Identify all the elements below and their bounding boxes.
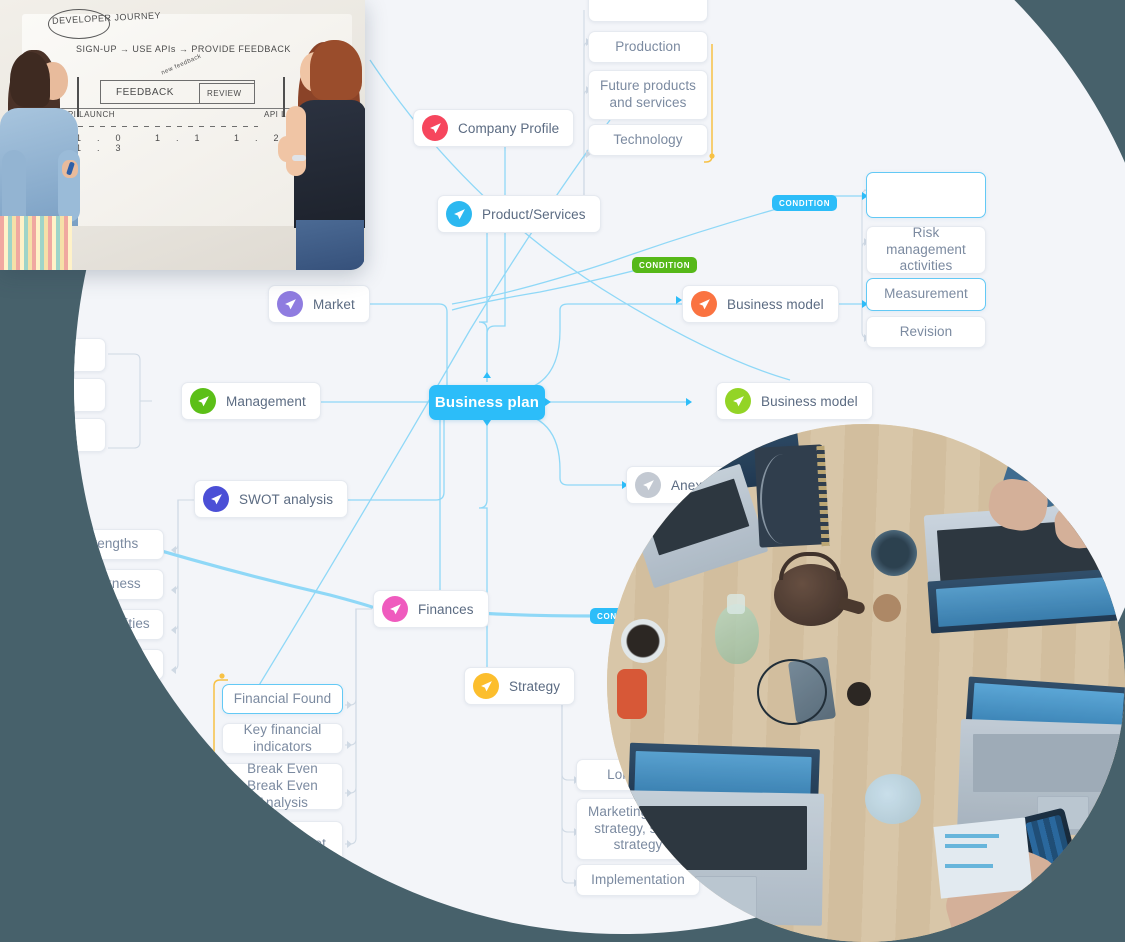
- child-node-balance-sheet[interactable]: Balance sheet: [222, 821, 343, 867]
- whiteboard-flow: SIGN-UP → USE APIs → PROVIDE FEEDBACK: [76, 44, 291, 54]
- child-node-management-b[interactable]: [74, 378, 106, 412]
- child-node-bm-selected[interactable]: [866, 172, 986, 218]
- paper-plane-icon: [190, 388, 216, 414]
- node-label: Product/Services: [482, 206, 586, 222]
- child-node-label: Opportunities: [74, 616, 150, 632]
- child-node-production[interactable]: Production: [588, 31, 708, 63]
- child-node-key-financial-indicators[interactable]: Key financial indicators: [222, 721, 343, 754]
- node-label: Market: [313, 296, 355, 312]
- node-swot-analysis[interactable]: SWOT analysis: [194, 480, 349, 518]
- screenshot-stage: Business plan Company Profile Product/Se…: [0, 0, 1125, 942]
- node-label: Business model: [761, 393, 858, 409]
- node-label: SWOT analysis: [239, 491, 334, 507]
- node-business-model-green[interactable]: Business model: [716, 382, 873, 420]
- child-node-label: Weakness: [77, 576, 141, 592]
- paper-plane-icon: [382, 596, 408, 622]
- node-market[interactable]: Market: [268, 285, 370, 323]
- node-label: Management: [226, 393, 306, 409]
- node-label: Business model: [727, 296, 824, 312]
- node-management[interactable]: Management: [181, 382, 321, 420]
- child-node-label: Revision: [899, 323, 953, 339]
- node-product-services[interactable]: Product/Services: [437, 195, 601, 233]
- node-business-model-orange[interactable]: Business model: [682, 285, 839, 323]
- whiteboard-box-right: REVIEW: [207, 89, 242, 98]
- child-node-label: Production: [615, 38, 681, 54]
- child-node-management-c[interactable]: [74, 418, 106, 452]
- child-node-product-cut[interactable]: [588, 0, 708, 22]
- node-label: Finances: [418, 601, 474, 617]
- child-node-management-a[interactable]: [74, 338, 106, 372]
- node-label: Company Profile: [458, 120, 560, 136]
- child-node-measurement[interactable]: Measurement: [866, 278, 986, 311]
- paper-plane-icon: [422, 115, 448, 141]
- child-node-label: Risk management activities: [886, 224, 966, 274]
- child-node-financial-found[interactable]: Financial Found: [222, 684, 343, 714]
- child-node-label: Technology: [613, 131, 683, 147]
- node-strategy[interactable]: Strategy: [464, 667, 576, 705]
- root-node-business-plan[interactable]: Business plan: [429, 385, 545, 420]
- child-node-revision[interactable]: Revision: [866, 316, 986, 348]
- root-node-label: Business plan: [434, 394, 540, 411]
- child-node-risk-management[interactable]: Risk management activities: [866, 224, 986, 274]
- child-node-threats[interactable]: [74, 649, 164, 680]
- photo-whiteboard-meeting: DEVELOPER JOURNEY SIGN-UP → USE APIs → P…: [0, 0, 365, 270]
- child-node-label: Key financial indicators: [243, 721, 322, 754]
- child-node-label: Strengths: [79, 536, 139, 552]
- whiteboard-box-left: FEEDBACK: [116, 87, 174, 98]
- paper-plane-icon: [691, 291, 717, 317]
- paper-plane-icon: [277, 291, 303, 317]
- child-node-weakness[interactable]: Weakness: [74, 569, 164, 600]
- condition-badge-1[interactable]: CONDITION: [772, 195, 838, 211]
- child-node-future-products[interactable]: Future products and services: [588, 70, 708, 120]
- child-node-label: Future products and services: [599, 78, 697, 110]
- paper-plane-icon: [725, 388, 751, 414]
- node-company-profile[interactable]: Company Profile: [413, 109, 575, 147]
- node-finances[interactable]: Finances: [373, 590, 489, 628]
- paper-plane-icon: [446, 201, 472, 227]
- child-node-label: Balance sheet: [239, 835, 326, 851]
- condition-badge-2[interactable]: CONDITION: [632, 257, 698, 273]
- child-node-technology[interactable]: Technology: [588, 124, 708, 156]
- child-node-label: Break Even Break Even Analysis: [247, 761, 318, 810]
- paper-plane-icon: [203, 486, 229, 512]
- paper-plane-icon: [473, 673, 499, 699]
- child-node-label: Measurement: [884, 286, 968, 302]
- child-node-opportunities[interactable]: Opportunities: [74, 609, 164, 640]
- child-node-strengths[interactable]: Strengths: [74, 529, 164, 560]
- child-node-break-even-analysis[interactable]: Break Even Break Even Analysis: [222, 761, 343, 810]
- node-label: Strategy: [509, 678, 561, 694]
- photo-desk-overhead: [607, 424, 1125, 942]
- child-node-label: Financial Found: [233, 690, 332, 706]
